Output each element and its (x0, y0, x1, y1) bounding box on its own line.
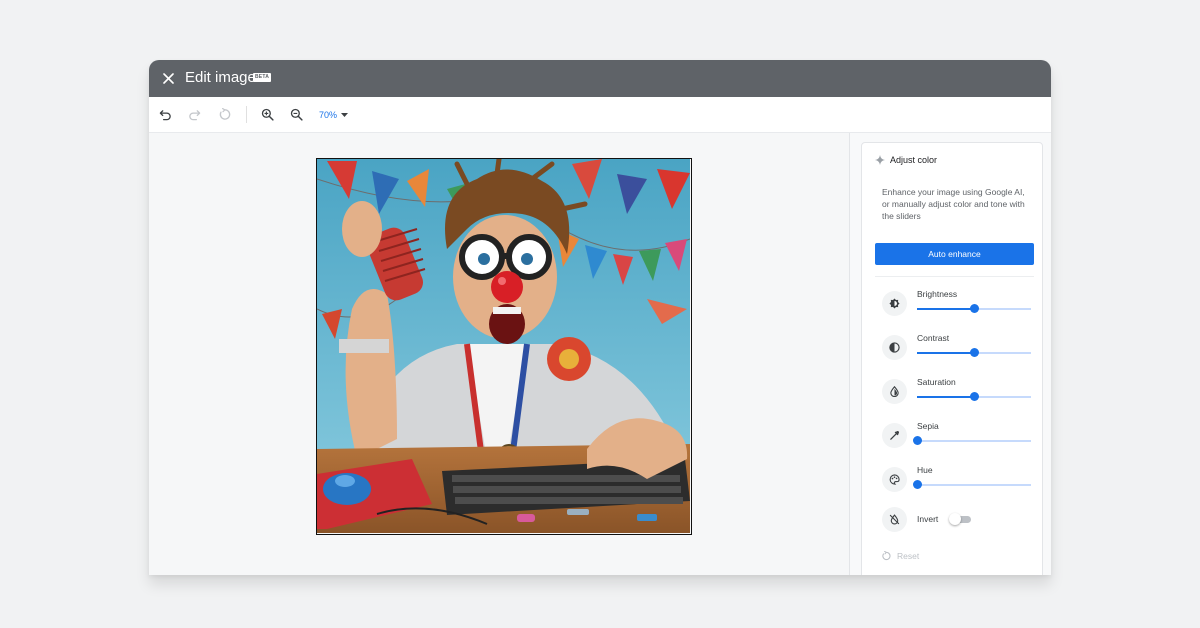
reset-icon (882, 551, 891, 561)
invert-button[interactable] (882, 507, 907, 532)
rotate-icon (219, 108, 231, 120)
slider-fill (917, 352, 974, 354)
brightness-button[interactable] (882, 291, 907, 316)
toolbar-divider (246, 106, 247, 123)
slider-thumb[interactable] (969, 392, 979, 401)
invert-toggle[interactable] (949, 513, 971, 525)
panel-title: Adjust color (890, 155, 938, 165)
hue-label: Hue (917, 465, 933, 475)
slider-thumb[interactable] (912, 480, 922, 489)
zoom-level-value: 70% (319, 110, 338, 120)
slider-thumb[interactable] (912, 436, 922, 445)
panel-divider (875, 276, 1034, 277)
zoom-out-button[interactable] (288, 106, 305, 123)
slider-track (917, 440, 1031, 442)
slider-fill (917, 396, 974, 398)
undo-icon (159, 110, 171, 121)
window-title: Edit image (185, 69, 256, 86)
zoom-in-icon (261, 108, 274, 121)
sepia-label: Sepia (917, 421, 939, 431)
zoom-level-select[interactable]: 70% (319, 107, 349, 123)
contrast-slider[interactable] (917, 348, 1031, 358)
brightness-slider[interactable] (917, 304, 1031, 314)
title-bar: Edit image BETA (149, 60, 1051, 97)
close-icon (162, 72, 174, 84)
toggle-knob (949, 513, 961, 525)
brightness-label: Brightness (917, 289, 958, 299)
image-canvas (149, 133, 849, 575)
invert-icon (889, 514, 900, 525)
slider-thumb[interactable] (969, 348, 979, 357)
contrast-icon (889, 342, 900, 353)
toolbar: 70% (149, 97, 1051, 133)
saturation-label: Saturation (917, 377, 956, 387)
rotate-button[interactable] (216, 106, 233, 123)
redo-button[interactable] (186, 106, 203, 123)
reset-button[interactable]: Reset (881, 551, 919, 561)
saturation-button[interactable] (882, 379, 907, 404)
hue-button[interactable] (882, 467, 907, 492)
auto-enhance-button[interactable]: Auto enhance (875, 243, 1034, 265)
brightness-icon (889, 298, 900, 309)
sepia-button[interactable] (882, 423, 907, 448)
adjust-color-panel: Adjust color Enhance your image using Go… (861, 142, 1043, 575)
edited-photo[interactable] (316, 158, 692, 535)
saturation-slider[interactable] (917, 392, 1031, 402)
zoom-in-button[interactable] (259, 106, 276, 123)
contrast-button[interactable] (882, 335, 907, 360)
invert-label: Invert (917, 514, 939, 524)
caret-down-icon (341, 113, 349, 117)
panel-description: Enhance your image using Google AI, or m… (882, 187, 1025, 221)
sparkle-icon (875, 155, 885, 165)
slider-fill (917, 308, 974, 310)
undo-button[interactable] (157, 106, 174, 123)
hue-icon (889, 474, 900, 485)
slider-track (917, 484, 1031, 486)
hue-slider[interactable] (912, 480, 1031, 490)
reset-label: Reset (897, 551, 920, 561)
close-button[interactable] (158, 68, 178, 88)
zoom-out-icon (290, 108, 303, 121)
contrast-label: Contrast (917, 333, 950, 343)
redo-icon (189, 110, 201, 121)
sepia-slider[interactable] (912, 436, 1031, 446)
beta-badge: BETA (253, 73, 272, 82)
saturation-icon (890, 386, 899, 397)
edit-image-window: Edit image BETA 70% Adjust color Enhance… (149, 60, 1051, 575)
slider-thumb[interactable] (969, 304, 979, 313)
sepia-icon (890, 431, 899, 440)
